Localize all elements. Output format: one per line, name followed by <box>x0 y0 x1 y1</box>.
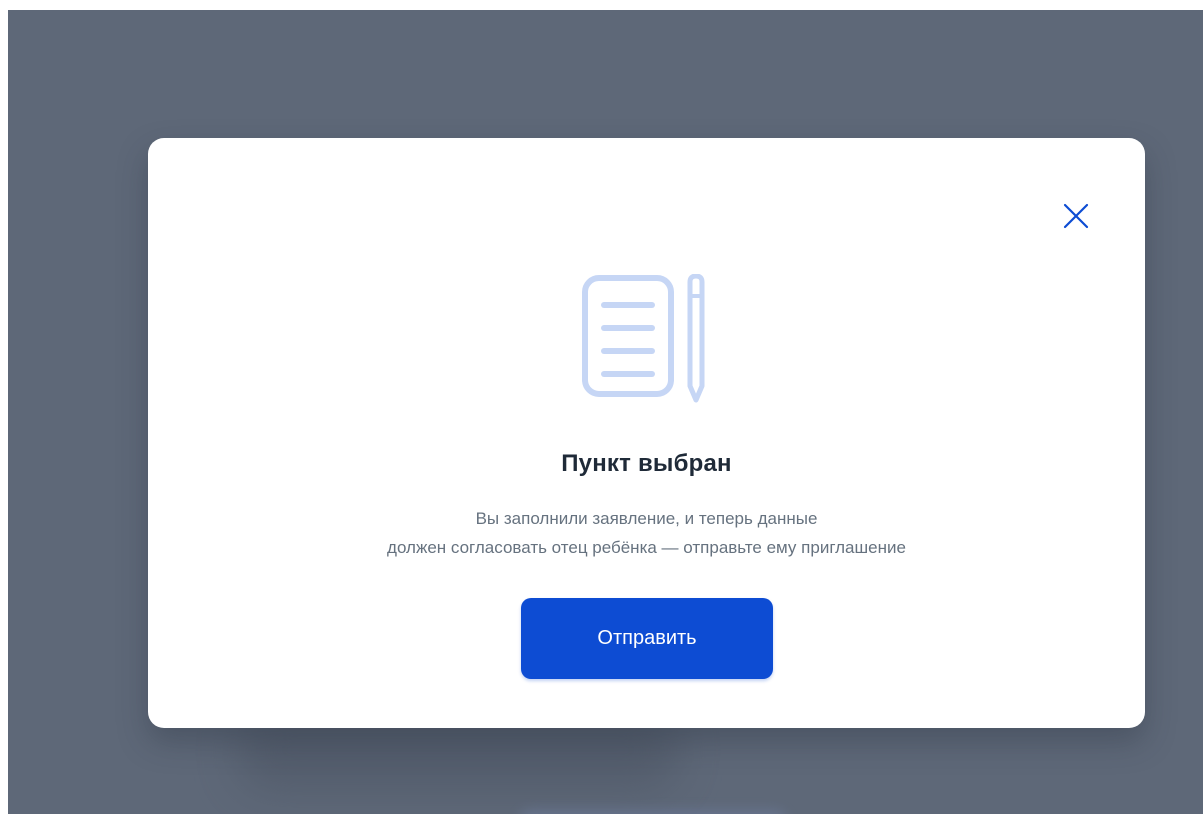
modal-description: Вы заполнили заявление, и теперь данные … <box>148 504 1145 562</box>
close-button[interactable] <box>1062 202 1090 230</box>
send-button[interactable]: Отправить <box>521 598 773 679</box>
modal-title: Пункт выбран <box>561 450 732 477</box>
screen: Пункт выбран Вы заполнили заявление, и т… <box>0 0 1203 814</box>
modal-dialog: Пункт выбран Вы заполнили заявление, и т… <box>148 138 1145 728</box>
description-line: должен согласовать отец ребёнка — отправ… <box>387 538 906 557</box>
description-line: Вы заполнили заявление, и теперь данные <box>475 509 818 528</box>
close-icon <box>1063 203 1089 229</box>
background-button-glimpse <box>518 810 788 814</box>
document-with-pencil-icon <box>582 274 714 406</box>
